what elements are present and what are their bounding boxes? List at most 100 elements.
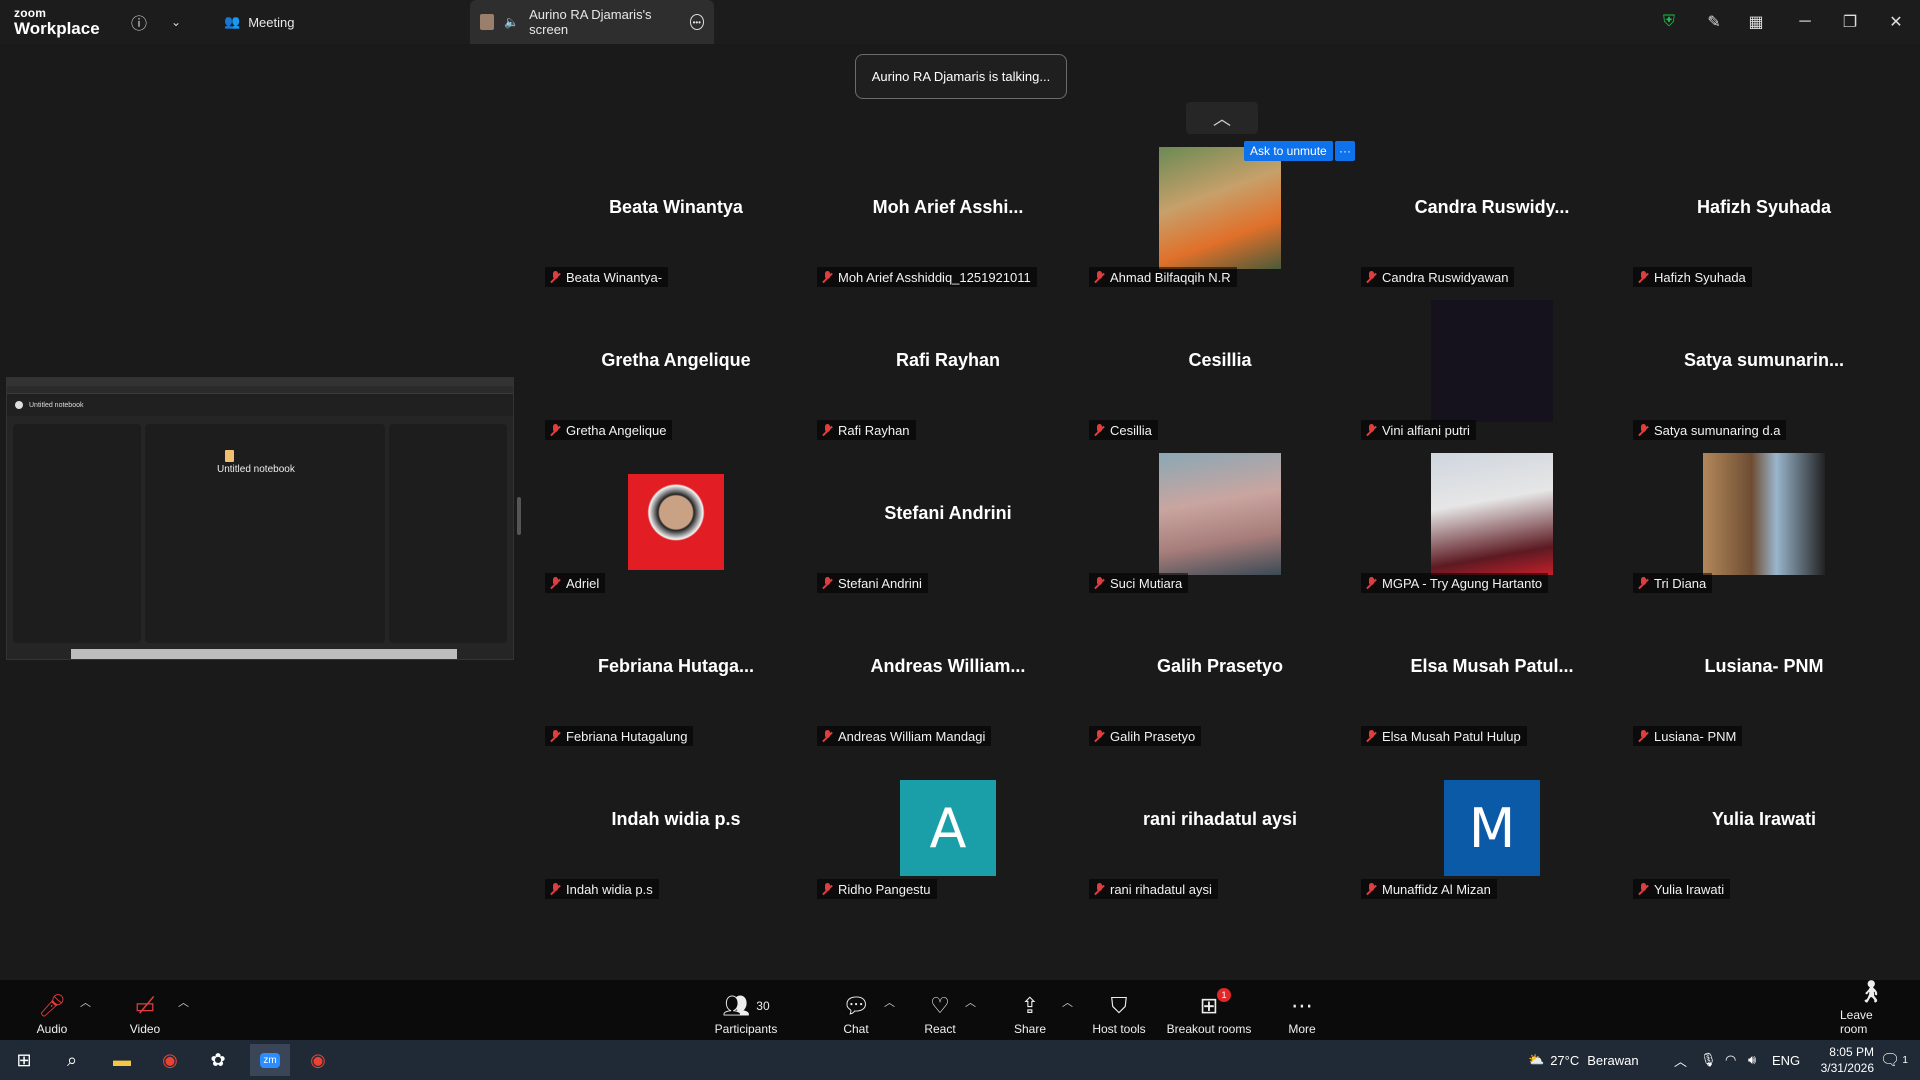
heart-icon: ♡ bbox=[930, 993, 950, 1018]
participant-tile[interactable]: M Munaffidz Al Mizan bbox=[1361, 759, 1623, 909]
minimize-button[interactable]: ─ bbox=[1785, 8, 1825, 36]
participant-tile[interactable]: Satya sumunarin... Satya sumunaring d.a bbox=[1633, 300, 1895, 450]
audio-options-caret[interactable]: ︿ bbox=[80, 994, 91, 1010]
tab-shared-screen[interactable]: 🔈 Aurino RA Djamaris's screen ••• bbox=[470, 0, 714, 44]
host-tools-button[interactable]: ⛉ Host tools bbox=[1090, 986, 1148, 1037]
breakout-rooms-icon: ⊞ bbox=[1199, 993, 1219, 1018]
participant-name: Indah widia p.s bbox=[566, 881, 653, 897]
wifi-icon[interactable]: ◠ bbox=[1725, 1040, 1736, 1080]
react-label: React bbox=[924, 1022, 956, 1036]
chat-options-caret[interactable]: ︿ bbox=[884, 994, 895, 1010]
ask-to-unmute-button[interactable]: Ask to unmute bbox=[1244, 141, 1333, 161]
sources-pane bbox=[13, 424, 141, 643]
mic-muted-icon bbox=[821, 576, 833, 590]
participant-display-name: Hafizh Syuhada bbox=[1696, 197, 1832, 217]
participant-name: Elsa Musah Patul Hulup bbox=[1382, 728, 1521, 744]
clock[interactable]: 8:05 PM 3/31/2026 bbox=[1814, 1040, 1874, 1080]
breakout-rooms-button[interactable]: ⊞ Breakout rooms bbox=[1166, 986, 1252, 1037]
notification-icon[interactable]: 🗨︎ 1 bbox=[1880, 1040, 1908, 1080]
participants-button[interactable]: 👥︎ 30 Participants bbox=[712, 986, 780, 1037]
video-label: Video bbox=[129, 1022, 161, 1036]
tile-more-button[interactable]: ··· bbox=[1335, 141, 1355, 161]
participant-tile[interactable]: Beata Winantya Beata Winantya- bbox=[545, 147, 807, 297]
participant-display-name: Stefani Andrini bbox=[884, 503, 1012, 523]
mic-muted-icon bbox=[1637, 423, 1649, 437]
collapse-gallery-button[interactable]: ︿ bbox=[1186, 102, 1258, 134]
share-button[interactable]: ⇪ Share bbox=[1013, 986, 1047, 1037]
shield-check-icon[interactable]: ⛨ bbox=[1655, 8, 1683, 36]
search-icon[interactable]: ⌕ bbox=[52, 1044, 92, 1076]
chat-button[interactable]: 💬︎ Chat bbox=[840, 986, 872, 1037]
share-options-caret[interactable]: ︿ bbox=[1062, 994, 1073, 1010]
notebook-panes: Untitled notebook bbox=[13, 424, 507, 643]
chrome-profile-icon[interactable]: ◉ bbox=[298, 1044, 338, 1076]
video-button[interactable]: ▭̸ Video bbox=[128, 986, 162, 1037]
participant-tile[interactable]: Indah widia p.s Indah widia p.s bbox=[545, 759, 807, 909]
participant-name-label: Febriana Hutagalung bbox=[545, 726, 694, 746]
brand-bottom: Workplace bbox=[14, 19, 100, 38]
participant-tile[interactable]: Rafi Rayhan Rafi Rayhan bbox=[817, 300, 1079, 450]
leave-room-button[interactable]: 🚶︎ Leave room bbox=[1840, 980, 1902, 1037]
participant-tile[interactable]: Lusiana- PNM Lusiana- PNM bbox=[1633, 606, 1895, 756]
participant-tile[interactable]: A Ridho Pangestu bbox=[817, 759, 1079, 909]
info-icon[interactable]: ⓘ bbox=[125, 8, 153, 36]
participant-tile[interactable]: Adriel bbox=[545, 453, 807, 603]
time-text: 8:05 PM bbox=[1829, 1045, 1874, 1059]
windows-start-icon[interactable]: ⊞ bbox=[4, 1044, 44, 1076]
participant-tile[interactable]: Hafizh Syuhada Hafizh Syuhada bbox=[1633, 147, 1895, 297]
meeting-toolbar: 🎤︎ Audio ︿ ▭̸ Video ︿ 👥︎ 30 Participants … bbox=[0, 980, 1920, 1040]
participant-tile[interactable]: Febriana Hutaga... Febriana Hutagalung bbox=[545, 606, 807, 756]
weather-widget[interactable]: ⛅ 27°C Berawan bbox=[1528, 1040, 1639, 1080]
close-button[interactable]: ✕ bbox=[1876, 8, 1916, 36]
layout-icon[interactable]: ▦ bbox=[1742, 8, 1770, 36]
chrome-icon[interactable]: ◉ bbox=[150, 1044, 190, 1076]
participant-tile[interactable]: Tri Diana bbox=[1633, 453, 1895, 603]
participant-display-name: Moh Arief Asshi... bbox=[872, 197, 1024, 217]
participant-tile[interactable]: MGPA - Try Agung Hartanto bbox=[1361, 453, 1623, 603]
volume-icon[interactable]: 🔊︎ bbox=[1748, 1040, 1756, 1080]
leave-room-label: Leave room bbox=[1840, 1008, 1873, 1036]
participant-tile[interactable]: Moh Arief Asshi... Moh Arief Asshiddiq_12… bbox=[817, 147, 1079, 297]
react-options-caret[interactable]: ︿ bbox=[965, 994, 976, 1010]
participant-name: Satya sumunaring d.a bbox=[1654, 422, 1781, 438]
talking-text: Aurino RA Djamaris is talking... bbox=[871, 69, 1051, 84]
participant-tile[interactable]: Cesillia Cesillia bbox=[1089, 300, 1351, 450]
participant-tile[interactable]: Elsa Musah Patul... Elsa Musah Patul Hulu… bbox=[1361, 606, 1623, 756]
participant-display-name: Indah widia p.s bbox=[611, 809, 741, 829]
participant-tile[interactable]: Ahmad Bilfaqqih N.R bbox=[1089, 147, 1351, 297]
pen-icon[interactable]: ✎ bbox=[1700, 8, 1728, 36]
tray-chevron-up-icon[interactable]: ︿ bbox=[1674, 1040, 1687, 1080]
participant-name: Tri Diana bbox=[1654, 575, 1707, 591]
app-icon[interactable]: ✿ bbox=[198, 1044, 238, 1076]
participant-tile[interactable]: Stefani Andrini Stefani Andrini bbox=[817, 453, 1079, 603]
zoom-taskbar-icon[interactable]: zm bbox=[250, 1044, 290, 1076]
participant-tile[interactable]: rani rihadatul aysi rani rihadatul aysi bbox=[1089, 759, 1351, 909]
participant-tile[interactable]: Candra Ruswidy... Candra Ruswidyawan bbox=[1361, 147, 1623, 297]
chevron-down-icon[interactable]: ⌄ bbox=[162, 8, 190, 36]
ellipsis-circle-icon[interactable]: ••• bbox=[689, 14, 704, 30]
participant-tile[interactable]: Andreas William... Andreas William Mandag… bbox=[817, 606, 1079, 756]
more-button[interactable]: ⋯ More bbox=[1286, 986, 1318, 1037]
leave-icon: 🚶︎ bbox=[1857, 979, 1885, 1004]
mic-muted-icon bbox=[821, 882, 833, 896]
video-options-caret[interactable]: ︿ bbox=[178, 994, 189, 1010]
microphone-icon[interactable]: 🎙︎ bbox=[1700, 1040, 1717, 1080]
react-button[interactable]: ♡ React bbox=[922, 986, 958, 1037]
participant-tile[interactable]: Vini alfiani putri bbox=[1361, 300, 1623, 450]
audio-button[interactable]: 🎤︎ Audio bbox=[34, 986, 70, 1037]
split-resize-handle[interactable] bbox=[517, 497, 521, 535]
tab-meeting[interactable]: 👥 Meeting bbox=[214, 0, 304, 44]
participant-tile[interactable]: Yulia Irawati Yulia Irawati bbox=[1633, 759, 1895, 909]
participant-tile[interactable]: Galih Prasetyo Galih Prasetyo bbox=[1089, 606, 1351, 756]
participant-name-label: Satya sumunaring d.a bbox=[1633, 420, 1787, 440]
language-indicator[interactable]: ENG bbox=[1772, 1040, 1800, 1080]
mic-muted-icon bbox=[1365, 270, 1377, 284]
restore-button[interactable]: ❐ bbox=[1830, 8, 1870, 36]
participant-display-name: Febriana Hutaga... bbox=[597, 656, 755, 676]
file-explorer-icon[interactable]: ▬ bbox=[102, 1044, 142, 1076]
participant-name-label: Moh Arief Asshiddiq_1251921011 bbox=[817, 267, 1037, 287]
participant-tile[interactable]: Gretha Angelique Gretha Angelique bbox=[545, 300, 807, 450]
participant-tile[interactable]: Suci Mutiara bbox=[1089, 453, 1351, 603]
shared-screen-view[interactable]: Untitled notebook Untitled notebook bbox=[6, 377, 514, 660]
people-icon: 👥 bbox=[224, 14, 241, 29]
